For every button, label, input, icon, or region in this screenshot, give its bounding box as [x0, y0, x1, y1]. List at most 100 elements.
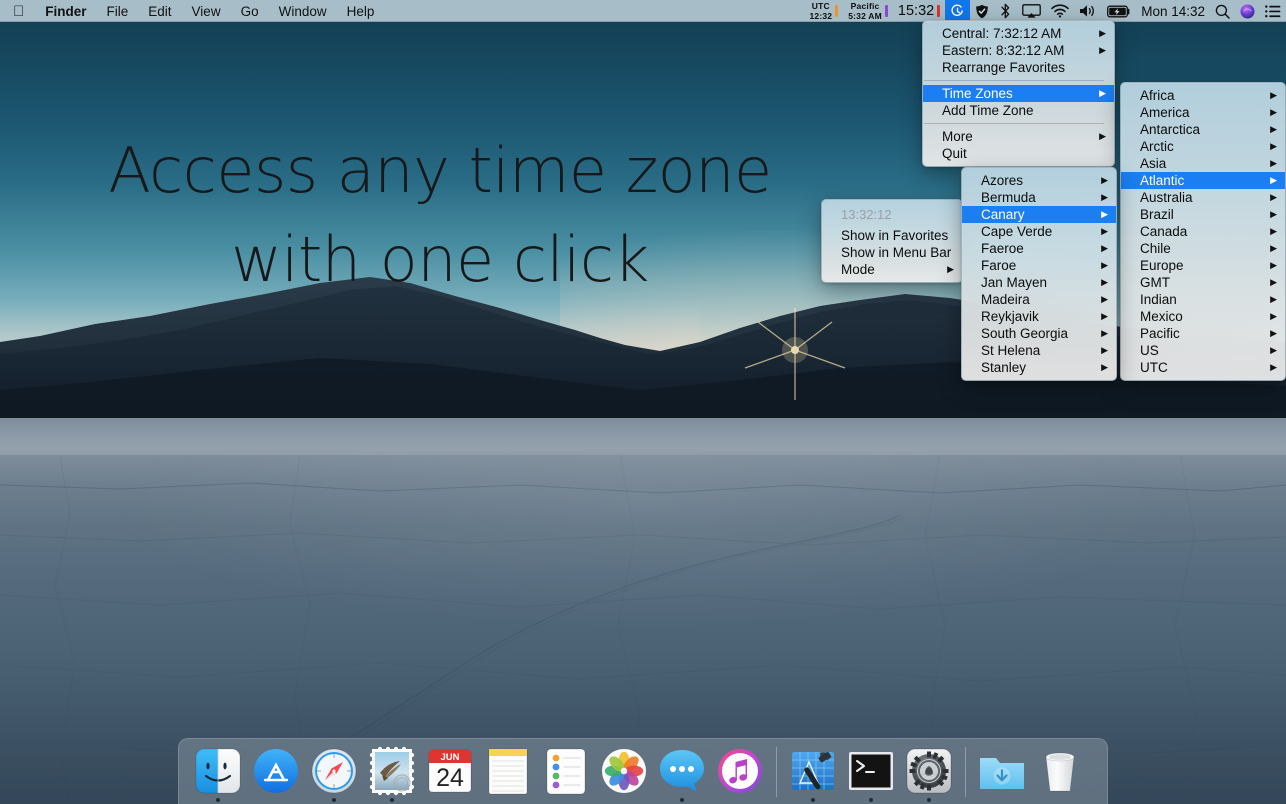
- region-item-europe[interactable]: Europe ▶: [1121, 257, 1285, 274]
- zone-item-stanley[interactable]: Stanley ▶: [962, 359, 1116, 376]
- submenu-arrow-icon: ▶: [1270, 141, 1277, 151]
- dock-item-photos[interactable]: [595, 745, 653, 804]
- menu-item-eastern-8-32-12-am[interactable]: Eastern: 8:32:12 AM ▶: [923, 42, 1114, 59]
- clock-menu-item-show-in-favorites[interactable]: Show in Favorites: [822, 227, 962, 244]
- menu-go[interactable]: Go: [231, 0, 269, 22]
- status-pacific-clock[interactable]: Pacific 5:32 AM: [843, 0, 893, 22]
- dock-item-xcode[interactable]: [784, 745, 842, 804]
- menu-item-central-7-32-12-am[interactable]: Central: 7:32:12 AM ▶: [923, 25, 1114, 42]
- menu-help[interactable]: Help: [337, 0, 385, 22]
- submenu-arrow-icon: ▶: [1101, 362, 1108, 372]
- menu-bar-status-items[interactable]: UTC 12:32 Pacific 5:32 AM 15:32 Mon 14:3…: [804, 0, 1286, 22]
- dock-item-app-store[interactable]: [247, 745, 305, 804]
- region-item-brazil[interactable]: Brazil ▶: [1121, 206, 1285, 223]
- menu-item-time-zones[interactable]: Time Zones ▶: [923, 85, 1114, 102]
- clock-menu-item-mode[interactable]: Mode ▶: [822, 261, 962, 278]
- atlantic-zone-submenu[interactable]: Azores ▶ Bermuda ▶ Canary ▶ Cape Verde ▶ Faeroe ▶…: [961, 167, 1117, 381]
- dock-item-notes[interactable]: [479, 745, 537, 804]
- menu-item-quit[interactable]: Quit: [923, 145, 1114, 162]
- menu-item-more[interactable]: More ▶: [923, 128, 1114, 145]
- local-time: 15:32: [897, 3, 935, 19]
- zone-item-bermuda[interactable]: Bermuda ▶: [962, 189, 1116, 206]
- menu-item-rearrange-favorites[interactable]: Rearrange Favorites: [923, 59, 1114, 76]
- dock-item-downloads-folder[interactable]: [973, 745, 1031, 804]
- dock-item-system-preferences[interactable]: [900, 745, 958, 804]
- status-control-center[interactable]: [1260, 0, 1286, 22]
- dock-item-mail[interactable]: [363, 745, 421, 804]
- zone-item-faroe[interactable]: Faroe ▶: [962, 257, 1116, 274]
- zone-item-faeroe[interactable]: Faeroe ▶: [962, 240, 1116, 257]
- region-item-atlantic[interactable]: Atlantic ▶: [1121, 172, 1285, 189]
- downloads-folder-icon: [976, 745, 1028, 797]
- region-item-asia[interactable]: Asia ▶: [1121, 155, 1285, 172]
- zone-item-canary[interactable]: Canary ▶: [962, 206, 1116, 223]
- zone-item-jan-mayen[interactable]: Jan Mayen ▶: [962, 274, 1116, 291]
- zone-item-reykjavik[interactable]: Reykjavik ▶: [962, 308, 1116, 325]
- time-zone-region-submenu[interactable]: Africa ▶ America ▶ Antarctica ▶ Arctic ▶ Asia ▶ At…: [1120, 82, 1286, 381]
- menu-bar[interactable]:  Finder File Edit View Go Window Help U…: [0, 0, 1286, 22]
- apple-logo-icon[interactable]: : [0, 0, 35, 22]
- menu-bar-app-menus[interactable]:  Finder File Edit View Go Window Help: [0, 0, 384, 21]
- dock[interactable]: JUN 24: [178, 738, 1108, 804]
- dock-item-trash[interactable]: [1031, 745, 1089, 804]
- utc-time: 12:32: [809, 10, 833, 21]
- region-item-australia[interactable]: Australia ▶: [1121, 189, 1285, 206]
- dock-item-finder[interactable]: [189, 745, 247, 804]
- region-item-america[interactable]: America ▶: [1121, 104, 1285, 121]
- running-indicator: [680, 798, 684, 802]
- dock-item-music[interactable]: [711, 745, 769, 804]
- status-world-clock-icon[interactable]: [945, 0, 971, 22]
- clock-context-menu[interactable]: 13:32:12 Show in Favorites Show in Menu B…: [821, 199, 963, 283]
- menu-item-label: Eastern: 8:32:12 AM: [942, 43, 1065, 58]
- clock-menu-item-show-in-menu-bar[interactable]: Show in Menu Bar: [822, 244, 962, 261]
- region-item-arctic[interactable]: Arctic ▶: [1121, 138, 1285, 155]
- menu-edit[interactable]: Edit: [138, 0, 181, 22]
- region-item-pacific[interactable]: Pacific ▶: [1121, 325, 1285, 342]
- dock-item-safari[interactable]: [305, 745, 363, 804]
- status-datetime[interactable]: Mon 14:32: [1136, 0, 1210, 22]
- region-item-mexico[interactable]: Mexico ▶: [1121, 308, 1285, 325]
- time-zone-root-menu[interactable]: Central: 7:32:12 AM ▶ Eastern: 8:32:12 AM ▶…: [922, 20, 1115, 167]
- zone-item-south-georgia[interactable]: South Georgia ▶: [962, 325, 1116, 342]
- menu-item-label: Canada: [1140, 224, 1188, 239]
- menu-view[interactable]: View: [182, 0, 231, 22]
- region-item-africa[interactable]: Africa ▶: [1121, 87, 1285, 104]
- menu-window[interactable]: Window: [269, 0, 337, 22]
- dock-item-messages[interactable]: [653, 745, 711, 804]
- zone-item-azores[interactable]: Azores ▶: [962, 172, 1116, 189]
- region-item-indian[interactable]: Indian ▶: [1121, 291, 1285, 308]
- region-item-utc[interactable]: UTC ▶: [1121, 359, 1285, 376]
- region-item-canada[interactable]: Canada ▶: [1121, 223, 1285, 240]
- status-bluetooth[interactable]: [994, 0, 1017, 22]
- region-item-us[interactable]: US ▶: [1121, 342, 1285, 359]
- submenu-arrow-icon: ▶: [1270, 90, 1277, 100]
- region-item-antarctica[interactable]: Antarctica ▶: [1121, 121, 1285, 138]
- status-battery[interactable]: [1102, 0, 1136, 22]
- status-local-clock[interactable]: 15:32: [893, 0, 945, 22]
- submenu-arrow-icon: ▶: [1101, 345, 1108, 355]
- region-item-gmt[interactable]: GMT ▶: [1121, 274, 1285, 291]
- status-spotlight[interactable]: [1210, 0, 1235, 22]
- menu-item-add-time-zone[interactable]: Add Time Zone: [923, 102, 1114, 119]
- zone-item-madeira[interactable]: Madeira ▶: [962, 291, 1116, 308]
- dock-item-reminders[interactable]: [537, 745, 595, 804]
- region-item-chile[interactable]: Chile ▶: [1121, 240, 1285, 257]
- pacific-label: Pacific: [850, 1, 880, 11]
- status-shield[interactable]: [970, 0, 994, 22]
- menu-finder[interactable]: Finder: [35, 0, 96, 22]
- menu-item-label: GMT: [1140, 275, 1170, 290]
- zone-item-st-helena[interactable]: St Helena ▶: [962, 342, 1116, 359]
- dock-item-calendar[interactable]: JUN 24: [421, 745, 479, 804]
- zone-item-cape-verde[interactable]: Cape Verde ▶: [962, 223, 1116, 240]
- status-utc-clock[interactable]: UTC 12:32: [804, 0, 843, 22]
- status-volume[interactable]: [1074, 0, 1102, 22]
- dock-item-terminal[interactable]: [842, 745, 900, 804]
- notification-center-icon: [1265, 4, 1281, 18]
- running-indicator: [869, 798, 873, 802]
- status-airplay[interactable]: [1017, 0, 1046, 22]
- status-siri[interactable]: [1235, 0, 1260, 22]
- menu-file[interactable]: File: [97, 0, 139, 22]
- status-wifi[interactable]: [1046, 0, 1074, 22]
- calendar-icon: JUN 24: [424, 745, 476, 797]
- app-store-icon: [250, 745, 302, 797]
